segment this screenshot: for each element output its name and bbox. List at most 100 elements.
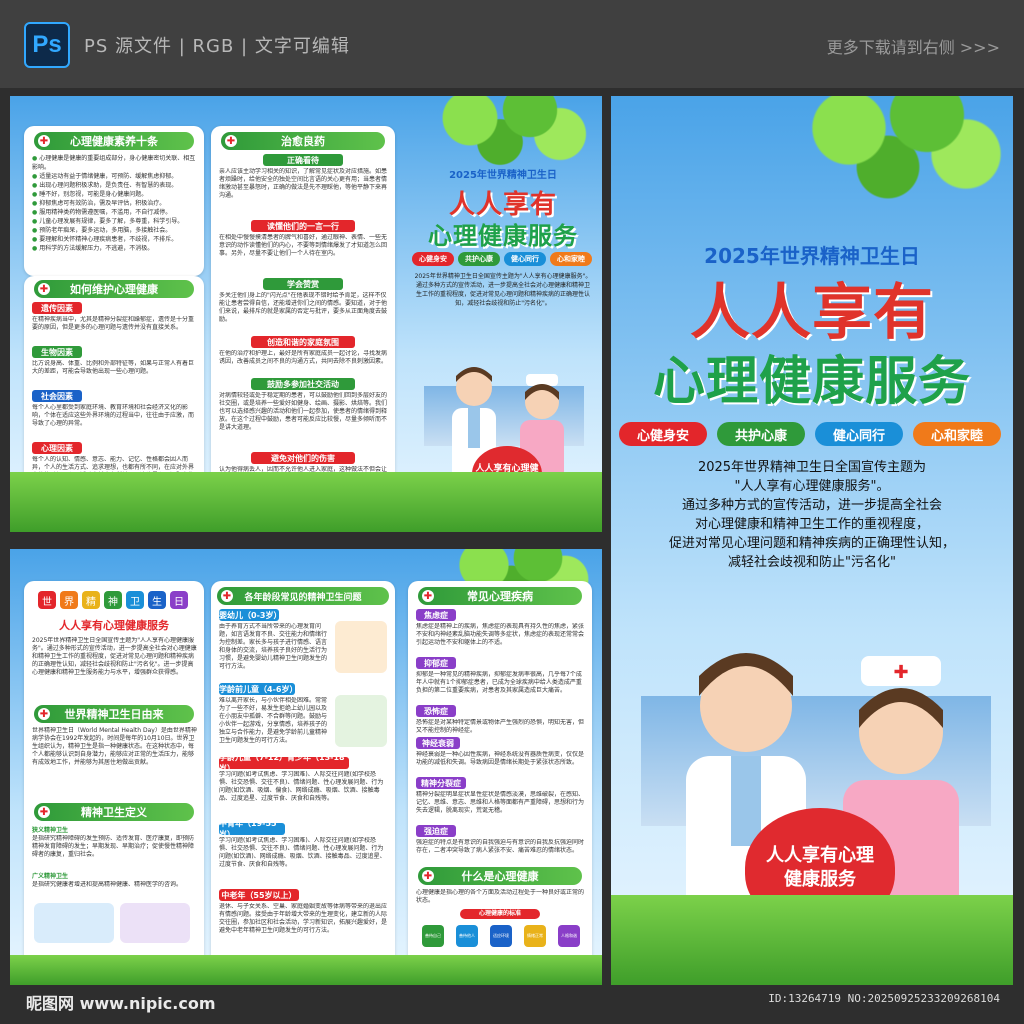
svg-text:✚: ✚: [893, 662, 908, 683]
fold-middle: ✚ 各年龄段常见的精神卫生问题 婴幼儿（0-3岁） 由于养育方式不当所带来的心理…: [207, 549, 404, 985]
cover-year: 2025年世界精神卫生日: [704, 244, 920, 268]
cover-title-2: 心理健康服务: [428, 222, 578, 250]
watermark-site: 昵图网 www.nipic.com: [26, 994, 216, 1013]
section-label: 读懂他们的一言一行: [251, 220, 355, 232]
slogan-pill: 心和家睦: [913, 422, 1001, 446]
disorder-label: 精神分裂症: [416, 777, 466, 789]
top-banner: Ps PS 源文件 | RGB | 文字可编辑 更多下载请到右侧 >>>: [0, 0, 1024, 88]
list-item: 心理健康是健康的重要组成部分，身心健康密切关联、相互影响。: [32, 154, 198, 172]
age-text: 退休、与子女关系、空巢、家庭婚姻变故等体病等带来的退出应有情感问题。接受由于年龄…: [219, 903, 387, 934]
literacy-title: ✚ 心理健康素养十条: [34, 132, 194, 150]
section-text: 多关注他们身上的"闪光点"在他表现不错时给予肯定，这样不仅能让患者尝得自信，还能…: [219, 292, 387, 323]
slogan-pill: 共护心康: [458, 252, 500, 266]
disorder-label: 神经衰弱: [416, 737, 460, 749]
cover-title-2: 心理健康服务: [652, 352, 971, 412]
red-cross-icon: ✚: [38, 283, 50, 295]
download-hint-link[interactable]: 更多下载请到右侧 >>>: [827, 34, 1000, 58]
list-item: 要理解和关怀精神心理疾病患者，不歧视，不排斥。: [32, 235, 198, 244]
age-label: 婴幼儿（0-3岁）: [219, 609, 282, 621]
grass-decoration: [10, 472, 602, 532]
disorder-label: 恐怖症: [416, 705, 456, 717]
section-text: 每个人心里都受到家庭环境、教育环境和社会经济文化的影响，个体在适应这些外界环境的…: [32, 404, 195, 427]
age-text: 学习问题(如考试焦虑、学习困难)、人际交往问题(如学校恐惧、社交恐惧、交往不良)…: [219, 837, 386, 868]
brochure-inside-top: ✚ 心理健康素养十条 心理健康是健康的重要组成部分，身心健康密切关联、相互影响。…: [10, 96, 602, 532]
section-label: 鼓励多参加社交活动: [251, 378, 355, 390]
cover-year: 2025年世界精神卫生日: [449, 170, 557, 181]
fold-3-cover: 2025年世界精神卫生日 人人享有 心理健康服务 心健身安 共护心康 健心同行 …: [404, 96, 601, 532]
cover-title-1: 人人享有: [690, 278, 934, 348]
section-label: 正确看待: [263, 154, 343, 166]
disorder-text: 神经衰弱是一种心因性疾病，神经系统没有器质性病变，仅仅是功能的减低和失调。导致病…: [416, 751, 584, 766]
section-text: 在精神疾病当中，尤其是精神分裂症和躁郁症，遗传是十分重要的原因，但是更多的心理问…: [32, 316, 195, 331]
list-item: 睡不好，别忽视，可能是身心健康问题。: [32, 190, 198, 199]
family-illustration: [335, 621, 387, 673]
standard-badge: 适应环境: [490, 925, 512, 947]
char-badge: 日: [170, 591, 188, 609]
fold-2: ✚ 治愈良药 正确看待 亲人应该主动学习相关的知识，了解常见症状及对应措施。如患…: [207, 96, 404, 532]
list-item: 适量运动有益于情绪健康，可预防、缓解焦虑抑郁。: [32, 172, 198, 181]
slogan-pill: 共护心康: [717, 422, 805, 446]
section-text: 在他的治疗和护理上，最好是所有家庭成员一起讨论，寻找发病诱因，改善成员之间不良的…: [219, 350, 387, 365]
disorders-title: ✚ 常见心理疾病: [418, 587, 582, 605]
standard-badge: 善待自己: [422, 925, 444, 947]
red-cross-icon: ✚: [221, 590, 233, 602]
origin-text: 世界精神卫生日（World Mental Health Day）是由世界精神病学…: [32, 727, 197, 766]
section-label: 避免对他们的伤害: [251, 452, 355, 464]
intro-card: 世 界 精 神 卫 生 日 人人享有心理健康服务 2025年世界精神卫生日全国宣…: [24, 581, 204, 969]
age-label: 中老年（55岁以上）: [219, 889, 299, 901]
char-badge: 精: [82, 591, 100, 609]
disorder-label: 焦虑症: [416, 609, 456, 621]
section-label: 遗传因素: [32, 302, 82, 314]
char-badge: 界: [60, 591, 78, 609]
section-label: 社会因素: [32, 390, 82, 402]
definition-label: 狭义精神卫生: [32, 827, 69, 834]
list-item: 出现心理问题积极求助，是负责任、有智慧的表现。: [32, 181, 198, 190]
section-label: 学会赞赏: [263, 278, 343, 290]
slogan-pill: 心健身安: [412, 252, 454, 266]
standard-badges: 善待自己 善待他人 适应环境 情绪正常 人格和谐: [422, 925, 580, 947]
brochure-inside-bottom: 世 界 精 神 卫 生 日 人人享有心理健康服务 2025年世界精神卫生日全国宣…: [10, 549, 602, 985]
red-cross-icon: ✚: [38, 708, 50, 720]
section-label: 生物因素: [32, 346, 82, 358]
standard-badge: 人格和谐: [558, 925, 580, 947]
section-text: 对病情较轻或处于稳定期的患者，可以鼓励他们回到多层好友的社交圈，或是培养一些爱好…: [219, 392, 387, 431]
cover-text: 2025年世界精神卫生日全国宣传主题为"人人享有心理健康服务"。通过多种方式的宣…: [414, 273, 592, 307]
remedy-card: ✚ 治愈良药 正确看待 亲人应该主动学习相关的知识，了解常见症状及对应措施。如患…: [211, 126, 395, 508]
disorder-label: 抑郁症: [416, 657, 456, 669]
red-cross-icon: ✚: [422, 590, 434, 602]
age-label: 学龄前儿童（4-6岁）: [219, 683, 298, 695]
list-item: 服用精神类药物需遵医嘱，不滥用，不自行减停。: [32, 208, 198, 217]
disorder-text: 焦虑症是精神上的疾病，焦虑症的表现具有持久性的焦虑，紧张不安和内神经紊乱脑功能失…: [416, 623, 584, 646]
cover-text-line: 对心理健康和精神卫生工作的重视程度，: [694, 517, 929, 532]
red-cross-icon: ✚: [225, 135, 237, 147]
tree-leaves-decoration: [771, 96, 1013, 206]
section-text: 亲人应该主动学习相关的知识，了解常见症状及对应措施。如患者烦躁时，给他安全的独处…: [219, 168, 387, 199]
file-info-text: PS 源文件 | RGB | 文字可编辑: [84, 36, 350, 57]
standard-badge: 善待他人: [456, 925, 478, 947]
what-is-text: 心理健康是指心理的各个方面及活动过程处于一种良好或正常的状态。: [416, 889, 584, 904]
grass-decoration: [611, 895, 1013, 985]
age-label: 学龄儿童（7-12）青少年（13-18岁）: [219, 753, 349, 773]
photoshop-logo-icon: Ps: [24, 22, 70, 68]
cover-text-line: "人人享有心理健康服务"。: [734, 479, 890, 494]
section-text: 比方说身高、体重、比例和外部特征等，如果与正常人有着巨大的差距，可能会导致他出现…: [32, 360, 195, 375]
red-cross-icon: ✚: [38, 806, 50, 818]
cover-text-line: 减轻社会歧视和防止"污名化": [728, 555, 896, 570]
disorder-text: 强迫症的特点是有意识的自我强迫与有意识的自我反抗强迫同时存在，二者冲突导致了病人…: [416, 839, 584, 854]
age-text: 难以离开家长，与小伙伴相处困难。常常为了一些不好，易发生拒绝上幼儿园以及在小朋友…: [219, 697, 328, 744]
grass-decoration: [10, 955, 602, 985]
section-text: 在相处中慢慢摸清患者的脾气和喜好，通过眼神、表情、一些无意识的动作读懂他们的内心…: [219, 234, 387, 257]
brochure-cover: 2025年世界精神卫生日 人人享有 心理健康服务 心健身安 共护心康 健心同行 …: [611, 96, 1013, 985]
definition-title: ✚ 精神卫生定义: [34, 803, 194, 821]
origin-title: ✚ 世界精神卫生日由来: [34, 705, 194, 723]
people-illustration: [120, 903, 190, 943]
age-label: 中青年（19-55岁）: [219, 819, 285, 839]
char-badge: 生: [148, 591, 166, 609]
definition-label: 广义精神卫生: [32, 873, 69, 880]
cover-text-line: 通过多种方式的宣传活动，进一步提高全社会: [681, 498, 942, 513]
disorder-text: 恐怖症是对某种特定情景或物体产生强烈的恐惧，明知无害，但又不能控制的神经症。: [416, 719, 584, 734]
standard-title: 心理健康的标准: [460, 909, 540, 919]
red-cross-icon: ✚: [422, 870, 434, 882]
disorders-card: ✚ 常见心理疾病 焦虑症 焦虑症是精神上的疾病，焦虑症的表现具有持久性的焦虑，紧…: [408, 581, 592, 969]
age-problems-card: ✚ 各年龄段常见的精神卫生问题 婴幼儿（0-3岁） 由于养育方式不当所带来的心理…: [211, 581, 395, 969]
